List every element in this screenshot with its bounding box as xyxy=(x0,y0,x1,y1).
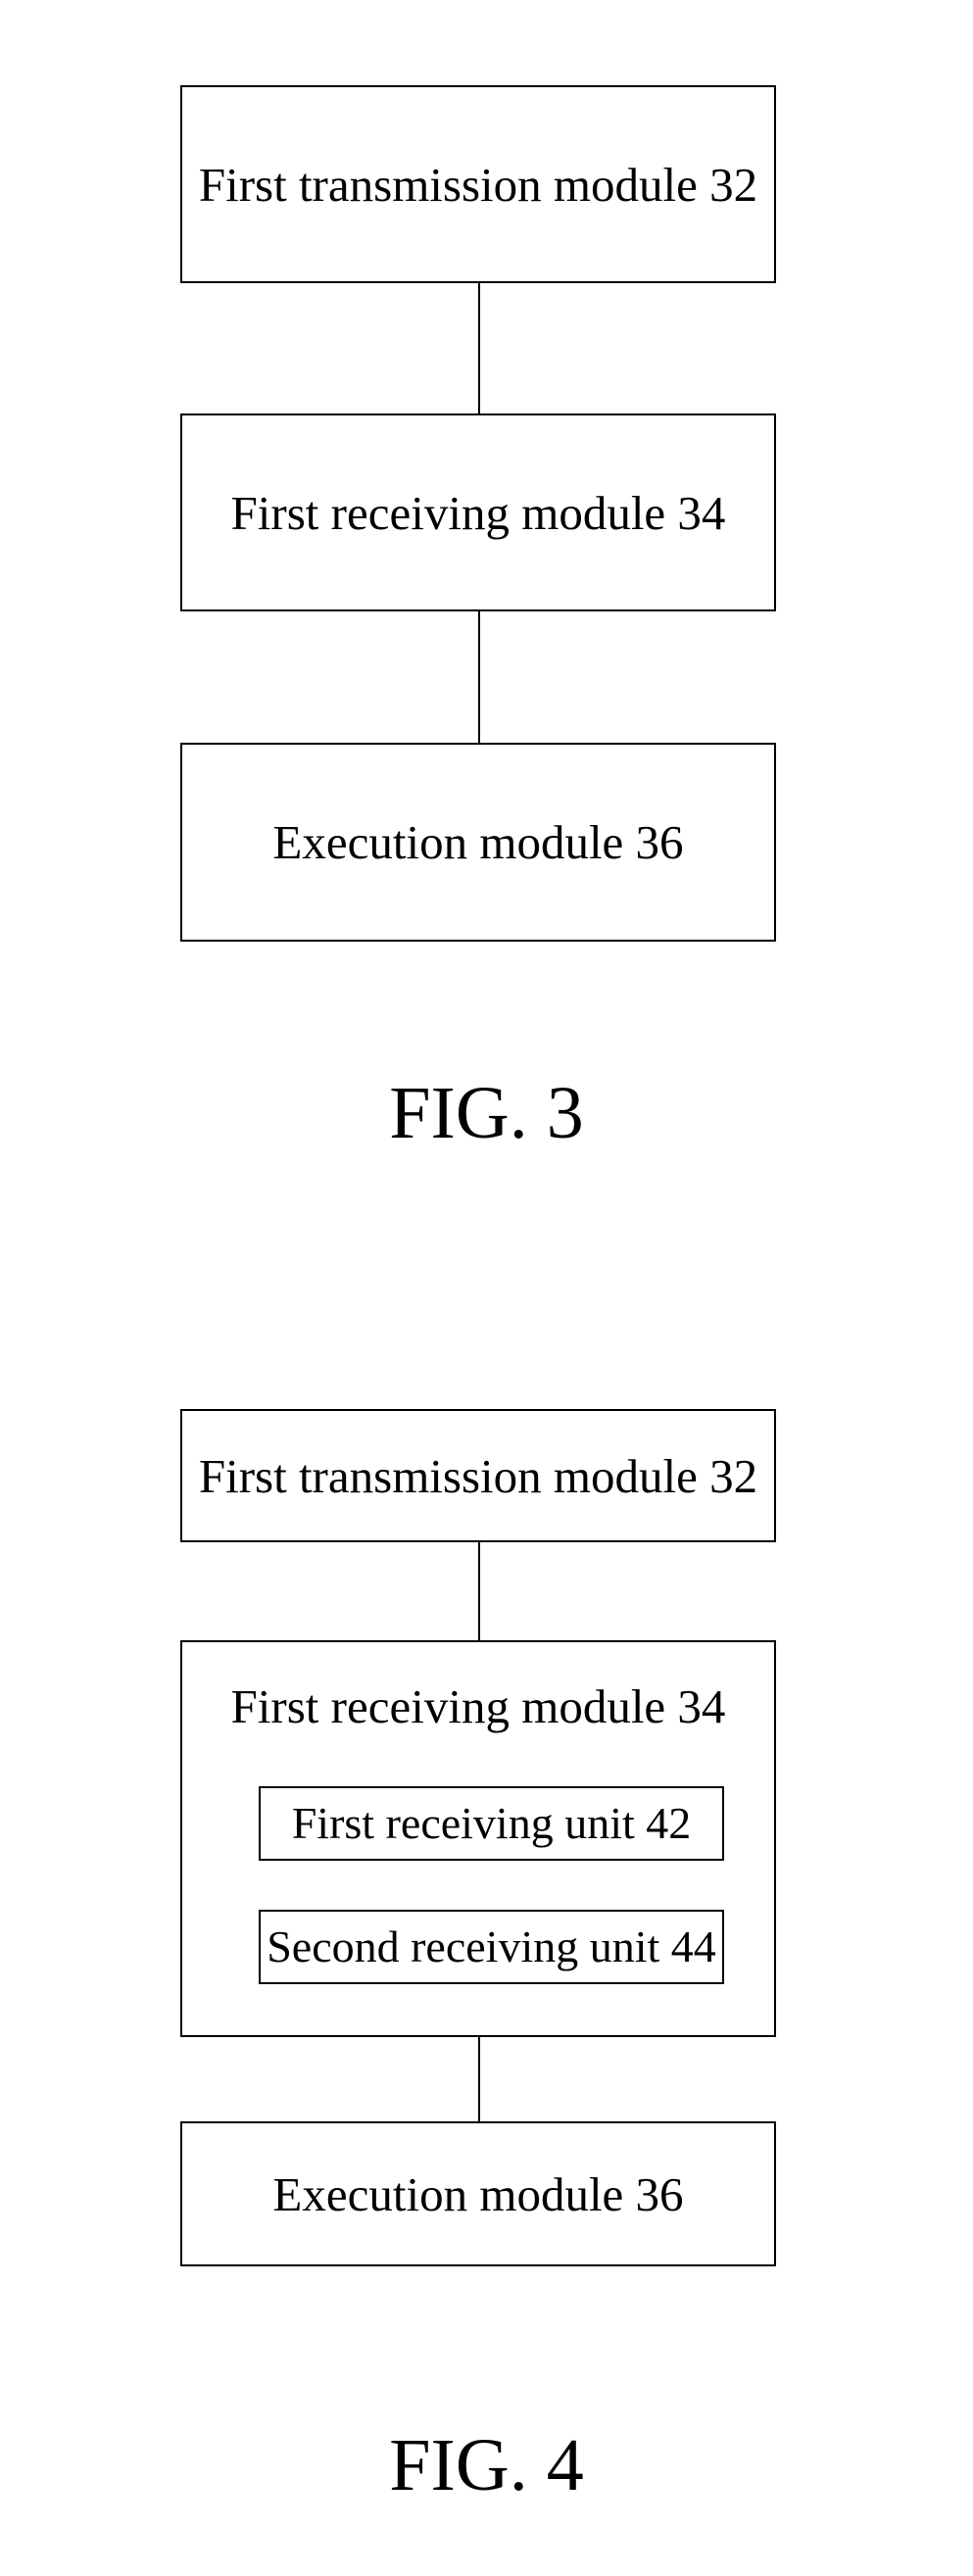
fig4-second-receiving-unit: Second receiving unit 44 xyxy=(259,1910,724,1984)
connector-line xyxy=(478,1542,480,1640)
fig3-execution-module: Execution module 36 xyxy=(180,743,776,942)
unit-label: Second receiving unit 44 xyxy=(267,1921,716,1971)
fig4-first-transmission-module: First transmission module 32 xyxy=(180,1409,776,1542)
module-label: First transmission module 32 xyxy=(198,157,758,212)
module-label: First receiving module 34 xyxy=(230,1679,726,1733)
module-label: Execution module 36 xyxy=(272,2166,684,2221)
fig4-execution-module: Execution module 36 xyxy=(180,2121,776,2266)
fig4-first-receiving-unit: First receiving unit 42 xyxy=(259,1786,724,1861)
module-label: First transmission module 32 xyxy=(198,1448,758,1503)
module-label: Execution module 36 xyxy=(272,815,684,869)
connector-line xyxy=(478,611,480,743)
module-label: First receiving module 34 xyxy=(230,485,726,540)
connector-line xyxy=(478,283,480,413)
fig3-caption: FIG. 3 xyxy=(389,1072,584,1154)
fig4-caption: FIG. 4 xyxy=(389,2424,584,2506)
connector-line xyxy=(478,2037,480,2121)
fig3-first-transmission-module: First transmission module 32 xyxy=(180,85,776,283)
unit-label: First receiving unit 42 xyxy=(291,1798,692,1848)
fig3-first-receiving-module: First receiving module 34 xyxy=(180,413,776,611)
